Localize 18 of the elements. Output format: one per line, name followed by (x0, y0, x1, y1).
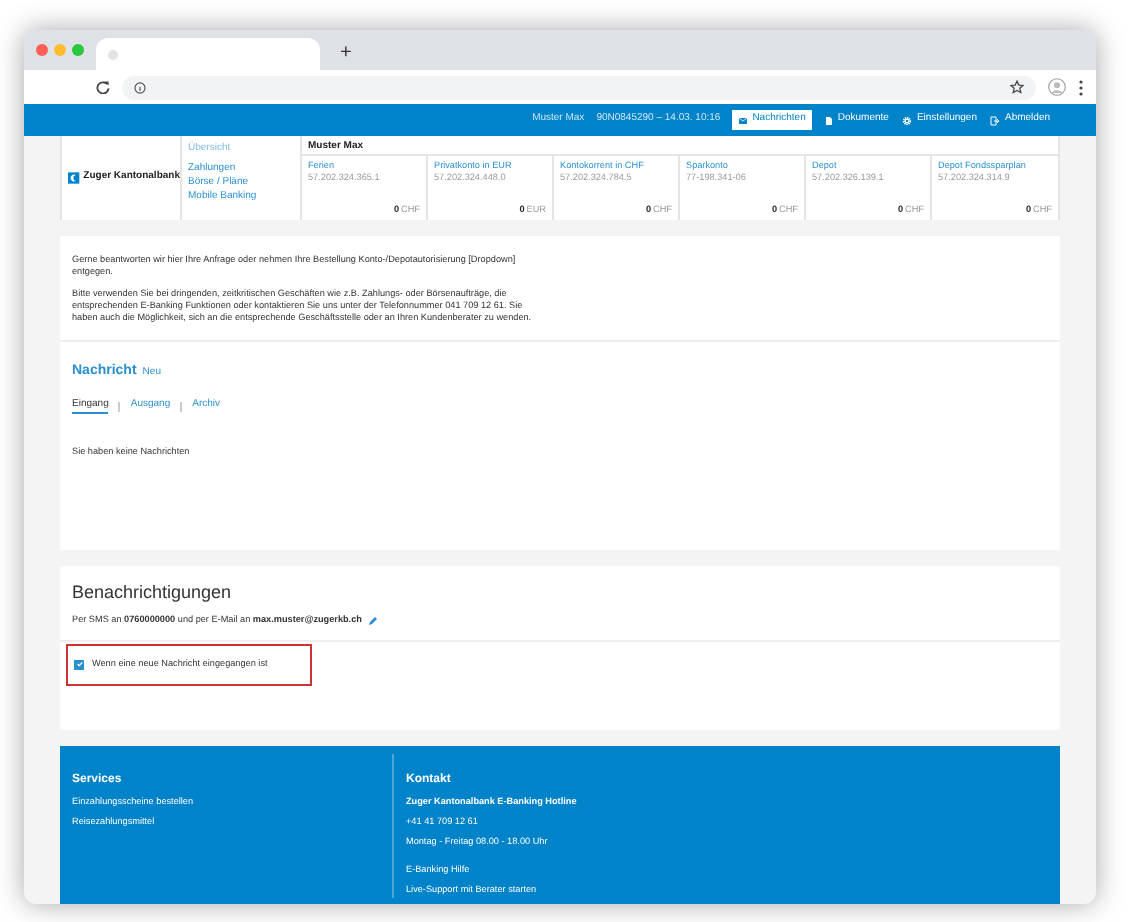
gear-icon (902, 115, 913, 125)
notifications-title: Benachrichtigungen (70, 580, 234, 604)
menu-icon[interactable] (1078, 79, 1084, 95)
star-icon[interactable] (1010, 80, 1024, 94)
edit-icon[interactable] (367, 615, 378, 626)
new-tab-button[interactable]: + (340, 42, 352, 66)
mail-icon (738, 115, 749, 125)
maximize-window-icon[interactable] (72, 44, 84, 56)
minimize-window-icon[interactable] (54, 44, 66, 56)
close-window-icon[interactable] (36, 44, 48, 56)
checkbox[interactable] (74, 659, 84, 670)
profile-icon[interactable] (1048, 78, 1066, 96)
info-icon (134, 81, 146, 93)
tab-favicon-icon (108, 49, 118, 59)
logo-icon (68, 172, 80, 184)
logout-icon (990, 115, 1001, 125)
reload-icon[interactable] (96, 80, 110, 94)
document-icon (823, 115, 834, 125)
